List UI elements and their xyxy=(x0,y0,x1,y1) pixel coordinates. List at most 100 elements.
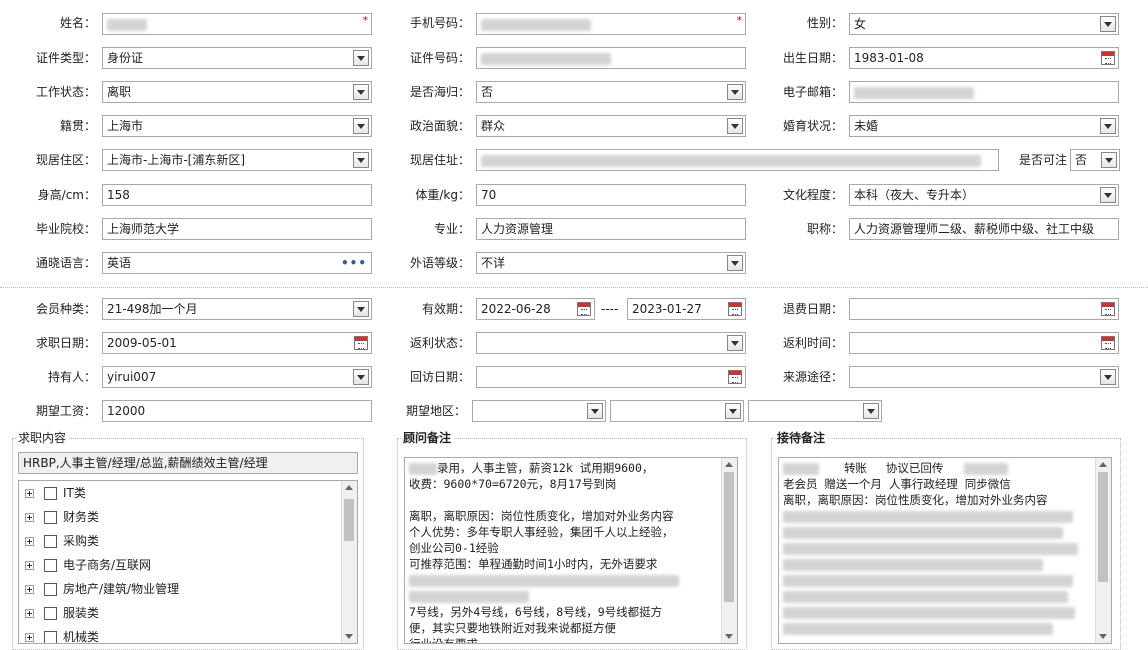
major-input[interactable]: 人力资源管理 xyxy=(476,218,746,240)
workstatus-select[interactable]: 离职 xyxy=(102,81,372,103)
chevron-down-icon[interactable] xyxy=(727,335,743,351)
expand-icon[interactable] xyxy=(25,585,34,594)
weight-input[interactable]: 70 xyxy=(476,184,746,206)
name-input[interactable]: * xyxy=(102,13,372,35)
tree-item-ecommerce[interactable]: 电子商务/互联网 xyxy=(25,553,151,577)
checkbox[interactable] xyxy=(44,511,57,524)
job-category-tree[interactable]: IT类 财务类 采购类 电子商务/互联网 房地产/建筑/物业管理 服装类 机械类 xyxy=(18,480,358,644)
scroll-thumb[interactable] xyxy=(1098,472,1108,582)
expand-icon[interactable] xyxy=(25,513,34,522)
chevron-down-icon[interactable] xyxy=(727,118,743,134)
jobdate-input[interactable]: 2009-05-01 xyxy=(102,332,372,354)
expand-icon[interactable] xyxy=(25,633,34,642)
school-input[interactable]: 上海师范大学 xyxy=(102,218,372,240)
tree-item-purchase[interactable]: 采购类 xyxy=(25,529,99,553)
rebate-time-input[interactable] xyxy=(849,332,1119,354)
more-icon[interactable]: ••• xyxy=(341,253,367,273)
scroll-thumb[interactable] xyxy=(344,499,354,541)
expand-icon[interactable] xyxy=(25,489,34,498)
tree-item-realestate[interactable]: 房地产/建筑/物业管理 xyxy=(25,577,179,601)
birth-date-input[interactable]: 1983-01-08 xyxy=(849,47,1119,69)
chevron-down-icon[interactable] xyxy=(353,369,369,385)
chevron-down-icon[interactable] xyxy=(863,403,879,419)
chevron-down-icon[interactable] xyxy=(353,118,369,134)
checkbox[interactable] xyxy=(44,535,57,548)
chevron-down-icon[interactable] xyxy=(1100,187,1116,203)
checkbox[interactable] xyxy=(44,559,57,572)
tree-item-clothing[interactable]: 服装类 xyxy=(25,601,99,625)
visible-select[interactable]: 否 xyxy=(1070,149,1120,171)
idno-label: 证件号码： xyxy=(409,51,470,65)
scroll-down-icon[interactable] xyxy=(1099,634,1107,639)
advisor-scrollbar[interactable] xyxy=(721,458,737,643)
calendar-icon[interactable] xyxy=(577,302,591,316)
chevron-down-icon[interactable] xyxy=(727,255,743,271)
reception-notes-textarea[interactable]: 转账 协议已回传 老会员 赠送一个月 人事行政经理 同步微信 离职，离职原因：岗… xyxy=(778,457,1112,644)
rebate-status-select[interactable] xyxy=(476,332,746,354)
chevron-down-icon[interactable] xyxy=(1100,118,1116,134)
marital-select[interactable]: 未婚 xyxy=(849,115,1119,137)
calendar-icon[interactable] xyxy=(354,336,368,350)
calendar-icon[interactable] xyxy=(1101,302,1115,316)
title-input[interactable]: 人力资源管理师二级、薪税师中级、社工中级 xyxy=(849,218,1119,240)
calendar-icon[interactable] xyxy=(728,370,742,384)
member-select[interactable]: 21-498加一个月 xyxy=(102,298,372,320)
chevron-down-icon[interactable] xyxy=(353,50,369,66)
chevron-down-icon[interactable] xyxy=(727,84,743,100)
address-input[interactable] xyxy=(476,149,999,171)
checkbox[interactable] xyxy=(44,607,57,620)
gender-select[interactable]: 女 xyxy=(849,13,1119,35)
calendar-icon[interactable] xyxy=(1101,51,1115,65)
calendar-icon[interactable] xyxy=(1101,336,1115,350)
scroll-thumb[interactable] xyxy=(724,472,734,602)
idno-input[interactable] xyxy=(476,47,746,69)
expand-icon[interactable] xyxy=(25,609,34,618)
tree-scrollbar[interactable] xyxy=(341,481,357,643)
chevron-down-icon[interactable] xyxy=(725,403,741,419)
origin-select[interactable]: 上海市 xyxy=(102,115,372,137)
height-input[interactable]: 158 xyxy=(102,184,372,206)
tree-item-machinery[interactable]: 机械类 xyxy=(25,625,99,643)
region-district-select[interactable] xyxy=(748,400,882,422)
idtype-select[interactable]: 身份证 xyxy=(102,47,372,69)
language-picker[interactable]: 英语 ••• xyxy=(102,252,372,274)
region-province-select[interactable] xyxy=(472,400,606,422)
refund-date-input[interactable] xyxy=(849,298,1119,320)
reception-scrollbar[interactable] xyxy=(1095,458,1111,643)
checkbox[interactable] xyxy=(44,487,57,500)
chevron-down-icon[interactable] xyxy=(353,84,369,100)
holder-select[interactable]: yirui007 xyxy=(102,366,372,388)
expand-icon[interactable] xyxy=(25,561,34,570)
residence-select[interactable]: 上海市-上海市-[浦东新区] xyxy=(102,149,372,171)
education-select[interactable]: 本科（夜大、专升本） xyxy=(849,184,1119,206)
salary-input[interactable]: 12000 xyxy=(102,400,372,422)
checkbox[interactable] xyxy=(44,631,57,643)
language-level-select[interactable]: 不详 xyxy=(476,252,746,274)
chevron-down-icon[interactable] xyxy=(587,403,603,419)
chevron-down-icon[interactable] xyxy=(353,152,369,168)
tree-item-finance[interactable]: 财务类 xyxy=(25,505,99,529)
chevron-down-icon[interactable] xyxy=(1100,16,1116,32)
returnee-select[interactable]: 否 xyxy=(476,81,746,103)
chevron-down-icon[interactable] xyxy=(1100,369,1116,385)
scroll-up-icon[interactable] xyxy=(345,485,353,490)
valid-to-input[interactable]: 2023-01-27 xyxy=(627,298,746,320)
advisor-notes-textarea[interactable]: 录用，人事主管，薪资12k 试用期9600， 收费：9600*70=6720元，… xyxy=(404,457,738,644)
chevron-down-icon[interactable] xyxy=(353,301,369,317)
email-input[interactable] xyxy=(849,81,1119,103)
region-city-select[interactable] xyxy=(610,400,744,422)
calendar-icon[interactable] xyxy=(728,302,742,316)
scroll-up-icon[interactable] xyxy=(725,462,733,467)
chevron-down-icon[interactable] xyxy=(1101,152,1117,168)
expand-icon[interactable] xyxy=(25,537,34,546)
scroll-up-icon[interactable] xyxy=(1099,462,1107,467)
scroll-down-icon[interactable] xyxy=(725,634,733,639)
scroll-down-icon[interactable] xyxy=(345,634,353,639)
visit-date-input[interactable] xyxy=(476,366,746,388)
phone-input[interactable]: * xyxy=(476,13,746,35)
checkbox[interactable] xyxy=(44,583,57,596)
tree-item-it[interactable]: IT类 xyxy=(25,481,86,505)
source-select[interactable] xyxy=(849,366,1119,388)
valid-from-input[interactable]: 2022-06-28 xyxy=(476,298,595,320)
political-select[interactable]: 群众 xyxy=(476,115,746,137)
